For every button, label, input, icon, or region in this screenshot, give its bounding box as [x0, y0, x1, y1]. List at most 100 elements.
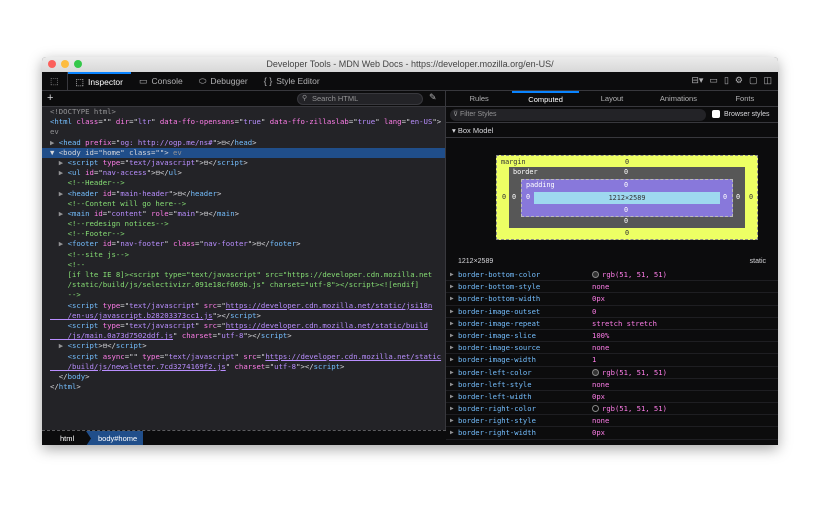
search-html-input[interactable]: ⚲ Search HTML — [297, 93, 423, 105]
expand-triangle-icon[interactable]: ▶ — [450, 379, 454, 391]
computed-property-row[interactable]: ▶ border-right-style none — [446, 415, 778, 428]
expand-triangle-icon[interactable]: ▶ — [450, 281, 454, 293]
padding-right[interactable]: 0 — [723, 193, 727, 201]
margin-right[interactable]: 0 — [749, 193, 753, 201]
color-swatch[interactable] — [592, 271, 599, 278]
markup-tree[interactable]: <!DOCTYPE html> <html class="" dir="ltr" … — [42, 107, 445, 392]
computed-property-row[interactable]: ▶ border-image-slice 100% — [446, 330, 778, 343]
markup-line[interactable]: <!DOCTYPE html> — [42, 107, 445, 117]
markup-line[interactable]: ▶ <header id="main-header">⊟</header> — [42, 189, 445, 199]
markup-line[interactable]: ▶ <footer id="nav-footer" class="nav-foo… — [42, 239, 445, 249]
markup-line[interactable]: <script async="" type="text/javascript" … — [42, 352, 445, 362]
padding-left[interactable]: 0 — [526, 193, 530, 201]
resource-link[interactable]: https://developer.cdn.mozilla.net/static — [265, 352, 441, 361]
expand-triangle-icon[interactable]: ▶ — [450, 427, 454, 439]
computed-property-row[interactable]: ▶ border-left-style none — [446, 379, 778, 391]
box-model-content[interactable]: 1212×2589 — [534, 192, 720, 204]
markup-line[interactable]: --> — [42, 290, 445, 300]
markup-line[interactable]: ▶ <head prefix="og: http://ogp.me/ns#">⊟… — [42, 138, 445, 148]
padding-top[interactable]: 0 — [624, 181, 628, 189]
markup-line[interactable]: /js/main.0a73d7502ddf.js" charset="utf-8… — [42, 331, 445, 341]
resource-link[interactable]: /en-us/javascript.b28203373cc1.js — [50, 311, 213, 320]
markup-line[interactable]: ▶ <main id="content" role="main">⊟</main… — [42, 209, 445, 219]
resource-link[interactable]: https://developer.cdn.mozilla.net/static… — [226, 301, 432, 310]
computed-property-row[interactable]: ▶ border-image-source none — [446, 342, 778, 355]
browser-styles-checkbox[interactable]: Browser styles — [712, 110, 770, 118]
markup-line[interactable]: /static/build/js/selectivizr.091e18cf669… — [42, 280, 445, 290]
computed-property-row[interactable]: ▶ border-left-color rgb(51, 51, 51) — [446, 367, 778, 379]
markup-line[interactable]: <!--Content will go here--> — [42, 199, 445, 209]
resource-link[interactable]: /build/js/newsletter.7cd3274169f2.js — [50, 362, 226, 371]
markup-line[interactable]: <script type="text/javascript" src="http… — [42, 301, 445, 311]
checkbox-box[interactable] — [712, 110, 720, 118]
expand-triangle-icon[interactable]: ▶ — [450, 318, 454, 330]
computed-property-row[interactable]: ▶ border-bottom-style none — [446, 281, 778, 294]
resource-link[interactable]: /js/main.0a73d7502ddf.js — [50, 331, 173, 340]
border-right[interactable]: 0 — [736, 193, 740, 201]
markup-line[interactable]: </body> — [42, 372, 445, 382]
markup-line[interactable]: ▶ <ul id="nav-access">⊟</ul> — [42, 168, 445, 178]
computed-property-row[interactable]: ▶ border-image-outset 0 — [446, 306, 778, 318]
markup-line[interactable]: <!--Header--> — [42, 178, 445, 188]
markup-line[interactable]: <!--site js--> — [42, 250, 445, 260]
dock-side-icon[interactable]: ◫ — [763, 75, 772, 86]
split-console-icon[interactable]: ⊟▾ — [691, 75, 703, 86]
responsive-icon[interactable]: ▭ — [709, 75, 718, 86]
zoom-button[interactable] — [74, 60, 82, 68]
expand-triangle-icon[interactable]: ▶ — [450, 330, 454, 342]
tab-debugger[interactable]: ⬭ Debugger — [191, 72, 256, 91]
computed-property-row[interactable]: ▶ border-image-repeat stretch stretch — [446, 318, 778, 330]
expand-triangle-icon[interactable]: ▶ — [450, 342, 454, 354]
border-top[interactable]: 0 — [624, 168, 628, 176]
minimize-button[interactable] — [61, 60, 69, 68]
markup-line[interactable]: <html class="" dir="ltr" data-ffo-opensa… — [42, 117, 445, 127]
markup-line[interactable]: </html> — [42, 382, 445, 392]
gear-icon[interactable]: ⚙ — [735, 75, 743, 86]
border-bottom[interactable]: 0 — [624, 217, 628, 225]
margin-bottom[interactable]: 0 — [625, 229, 629, 237]
eyedropper-icon[interactable]: ✎ — [429, 92, 437, 103]
markup-line[interactable]: <script type="text/javascript" src="http… — [42, 321, 445, 331]
expand-triangle-icon[interactable]: ▶ — [450, 293, 454, 305]
markup-line[interactable]: <!--redesign notices--> — [42, 219, 445, 229]
tab-layout[interactable]: Layout — [579, 91, 645, 106]
tab-computed[interactable]: Computed — [512, 91, 579, 106]
resource-link[interactable]: https://developer.cdn.mozilla.net/static… — [226, 321, 428, 330]
markup-line[interactable]: /en-us/javascript.b28203373cc1.js"></scr… — [42, 311, 445, 321]
padding-bottom[interactable]: 0 — [624, 206, 628, 214]
expand-triangle-icon[interactable]: ▶ — [450, 269, 454, 281]
dock-bottom-icon[interactable]: ▢ — [749, 75, 758, 86]
markup-line[interactable]: ▶ <script type="text/javascript">⊟</scri… — [42, 158, 445, 168]
computed-property-row[interactable]: ▶ border-bottom-color rgb(51, 51, 51) — [446, 269, 778, 282]
markup-line[interactable]: <!-- — [42, 260, 445, 270]
color-swatch[interactable] — [592, 405, 599, 413]
frames-icon[interactable]: ▯ — [724, 75, 729, 86]
add-node-icon[interactable]: + — [47, 91, 53, 105]
breadcrumb-body[interactable]: body#home — [86, 431, 144, 445]
expand-triangle-icon[interactable]: ▶ — [450, 354, 454, 366]
border-left[interactable]: 0 — [512, 193, 516, 201]
tab-console[interactable]: ▭ Console — [131, 72, 191, 91]
markup-line[interactable]: ▶ <script>⊟</script> — [42, 341, 445, 351]
close-button[interactable] — [48, 60, 56, 68]
expand-triangle-icon[interactable]: ▶ — [450, 306, 454, 318]
markup-line[interactable]: /build/js/newsletter.7cd3274169f2.js" ch… — [42, 362, 445, 372]
computed-property-row[interactable]: ▶ border-left-width 0px — [446, 391, 778, 404]
markup-line[interactable]: [if lte IE 8]><script type="text/javascr… — [42, 270, 445, 280]
expand-triangle-icon[interactable]: ▶ — [450, 367, 454, 379]
margin-top[interactable]: 0 — [625, 158, 629, 166]
markup-line[interactable]: <!--Footer--> — [42, 229, 445, 239]
tab-animations[interactable]: Animations — [645, 91, 711, 106]
element-picker-button[interactable]: ⬚ — [42, 71, 68, 91]
computed-property-row[interactable]: ▶ border-right-width 0px — [446, 427, 778, 440]
expand-triangle-icon[interactable]: ▶ — [450, 391, 454, 403]
computed-property-row[interactable]: ▶ border-image-width 1 — [446, 354, 778, 367]
computed-property-row[interactable]: ▶ border-right-color rgb(51, 51, 51) — [446, 403, 778, 416]
tab-fonts[interactable]: Fonts — [712, 91, 778, 106]
markup-line[interactable]: ev — [42, 127, 445, 137]
margin-left[interactable]: 0 — [502, 193, 506, 201]
filter-styles-input[interactable]: ⊽ Filter Styles — [450, 109, 706, 121]
tab-rules[interactable]: Rules — [446, 91, 512, 106]
box-model-header[interactable]: ▾ Box Model — [446, 123, 778, 138]
breadcrumb-html[interactable]: html — [60, 431, 74, 445]
